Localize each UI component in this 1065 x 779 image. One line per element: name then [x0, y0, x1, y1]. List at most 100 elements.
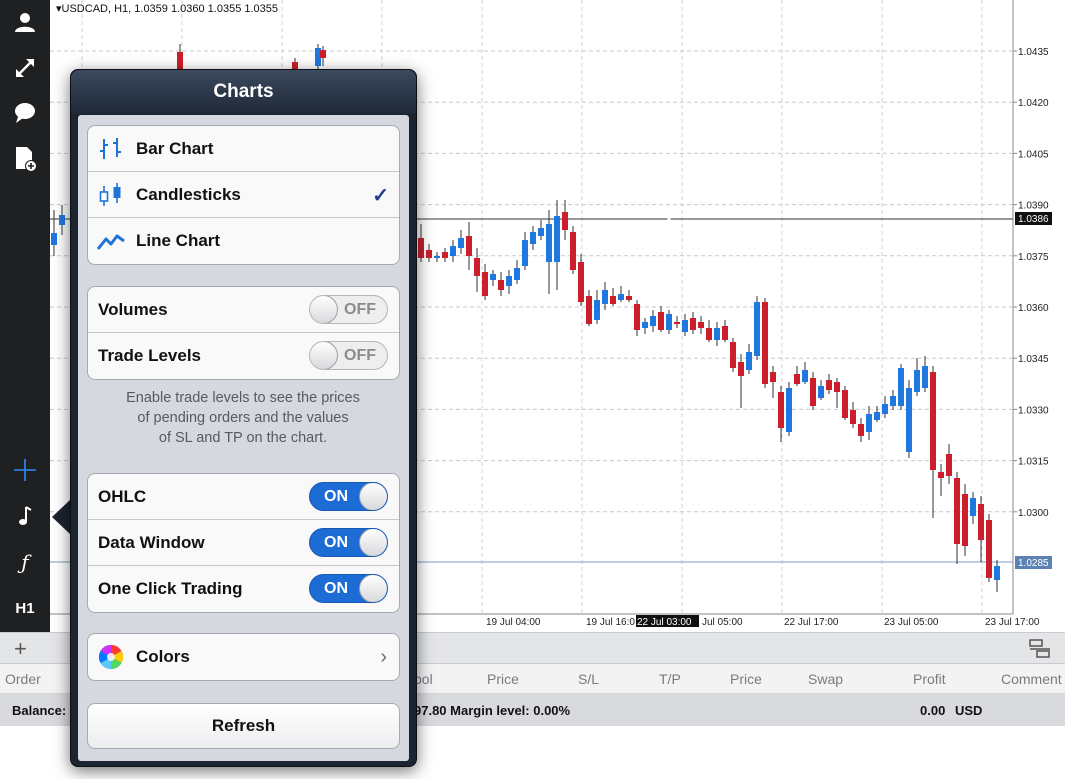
time-label: 23 Jul 17:00 [985, 617, 1040, 628]
volumes-toggle[interactable]: OFF [309, 295, 388, 324]
bullish-candle [650, 316, 656, 326]
timeframe-button[interactable]: H1 [0, 588, 50, 628]
bullish-candle [818, 386, 824, 398]
selected-check-icon: ✓ [372, 185, 389, 207]
function-icon[interactable]: ƒ [0, 542, 50, 582]
ohlc-toggle-state: ON [324, 488, 348, 505]
bullish-candle [618, 294, 624, 300]
bearish-candle [498, 280, 504, 290]
bearish-candle [626, 296, 632, 300]
toggle-knob [310, 342, 338, 369]
toggle-knob [359, 575, 387, 602]
bullish-candle [530, 232, 536, 244]
colors-row[interactable]: Colors › [88, 634, 399, 680]
ask-price-label: 1.0285 [1018, 558, 1049, 569]
bearish-candle [946, 454, 952, 476]
trade-levels-row: Trade Levels OFF [88, 333, 399, 379]
bearish-candle [722, 326, 728, 340]
resize-arrows-icon[interactable] [0, 48, 50, 88]
price-label: 1.0375 [1018, 252, 1049, 263]
ohlc-toggle[interactable]: ON [309, 482, 388, 511]
column-tp[interactable]: T/P [659, 671, 681, 687]
hint-line: Enable trade levels to see the prices [126, 390, 360, 406]
volumes-label: Volumes [98, 299, 168, 319]
bar-chart-option[interactable]: Bar Chart [88, 126, 399, 172]
chart-type-group: Bar Chart Candlesticks ✓ Line Chart [87, 125, 400, 265]
bullish-candle [490, 274, 496, 280]
data-window-row: Data Window ON [88, 520, 399, 566]
bearish-candle [674, 322, 680, 324]
balance-label: Balance: [12, 703, 67, 718]
colors-group: Colors › [87, 633, 400, 681]
crosshair-icon[interactable] [0, 450, 50, 490]
popover-content: Bar Chart Candlesticks ✓ Line Chart Volu… [78, 115, 409, 761]
column-current-price[interactable]: Price [730, 671, 762, 687]
time-label: 19 Jul 04:00 [486, 617, 541, 628]
bearish-candle [930, 372, 936, 470]
bearish-candle [738, 362, 744, 376]
currency-label: USD [955, 703, 983, 718]
price-label: 1.0330 [1018, 405, 1049, 416]
bullish-candle [898, 368, 904, 406]
music-note-icon[interactable] [0, 496, 50, 536]
bullish-candle [602, 290, 608, 304]
bearish-candle [826, 380, 832, 390]
ohlc-label: OHLC [98, 486, 147, 506]
color-wheel-icon [97, 644, 125, 670]
column-comment[interactable]: Comment [1001, 671, 1062, 687]
bar-chart-icon [97, 137, 125, 161]
bearish-candle [482, 272, 488, 296]
one-click-trading-row: One Click Trading ON [88, 566, 399, 612]
column-profit[interactable]: Profit [913, 671, 946, 687]
bearish-candle [706, 328, 712, 340]
volumes-toggle-state: OFF [344, 301, 376, 318]
bullish-candle [642, 322, 648, 328]
toggle-knob [359, 483, 387, 510]
data-window-toggle[interactable]: ON [309, 528, 388, 557]
trade-levels-toggle-state: OFF [344, 347, 376, 364]
price-label: 1.0345 [1018, 354, 1049, 365]
line-chart-option[interactable]: Line Chart [88, 218, 399, 264]
bullish-candle [906, 388, 912, 452]
candlesticks-label: Candlesticks [136, 184, 241, 204]
refresh-button[interactable]: Refresh [87, 703, 400, 749]
layout-switch-icon[interactable] [1029, 639, 1051, 664]
chat-bubble-icon[interactable] [0, 93, 50, 133]
bullish-candle [682, 320, 688, 332]
price-label: 1.0360 [1018, 303, 1049, 314]
bearish-candle [850, 410, 856, 424]
data-window-toggle-state: ON [324, 534, 348, 551]
candlesticks-option[interactable]: Candlesticks ✓ [88, 172, 399, 218]
bearish-candle [858, 424, 864, 436]
trade-levels-toggle[interactable]: OFF [309, 341, 388, 370]
price-label: 1.0390 [1018, 201, 1049, 212]
bearish-candle [794, 374, 800, 384]
user-icon[interactable] [0, 2, 50, 42]
bullish-candle [514, 268, 520, 280]
volumes-row: Volumes OFF [88, 287, 399, 333]
chart-symbol-info: USDCAD, H1, 1.0359 1.0360 1.0355 1.0355 [61, 3, 279, 15]
column-price[interactable]: Price [487, 671, 519, 687]
one-click-trading-toggle[interactable]: ON [309, 574, 388, 603]
toggle-knob [310, 296, 338, 323]
bearish-candle [954, 478, 960, 544]
bullish-candle [434, 256, 440, 258]
bearish-candle [834, 382, 840, 392]
column-order[interactable]: Order [5, 671, 41, 687]
chevron-right-icon: › [380, 646, 387, 668]
chart-info-group: OHLC ON Data Window ON One Click Trading [87, 473, 400, 613]
add-icon[interactable]: + [14, 636, 27, 662]
column-sl[interactable]: S/L [578, 671, 599, 687]
bearish-candle [698, 322, 704, 328]
price-label: 1.0300 [1018, 508, 1049, 519]
popover-arrow [52, 500, 70, 534]
line-chart-label: Line Chart [136, 231, 221, 250]
bearish-candle [586, 296, 592, 324]
bullish-candle [714, 328, 720, 340]
bearish-candle [177, 52, 183, 70]
new-document-icon[interactable] [0, 139, 50, 179]
bearish-candle [320, 50, 326, 58]
bearish-candle [842, 390, 848, 418]
colors-label: Colors [136, 647, 190, 666]
column-swap[interactable]: Swap [808, 671, 843, 687]
